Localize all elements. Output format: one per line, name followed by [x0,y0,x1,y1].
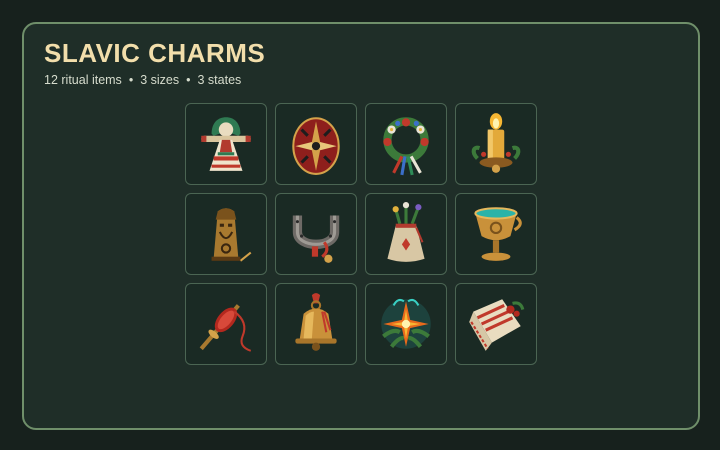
flower-wreath-icon [383,117,429,176]
stat-sizes: 3 sizes [140,73,180,87]
item-slot-fern-flower[interactable] [365,283,447,365]
charms-panel: SLAVIC CHARMS 12 ritual items • 3 sizes • 3 … [22,22,700,430]
motanka-doll-icon [201,117,251,171]
golden-chalice-icon [474,207,522,261]
separator-dot: • [186,73,191,87]
spindle-icon [199,304,252,352]
carved-idol-icon [211,208,252,262]
item-slot-candle[interactable] [455,103,537,185]
stat-items: 12 ritual items [44,73,122,87]
item-grid [185,103,537,365]
embroidered-towel-icon [469,299,525,351]
horseshoe-icon [292,215,340,263]
subtitle-stats: 12 ritual items • 3 sizes • 3 states [44,73,241,87]
item-slot-horseshoe[interactable] [275,193,357,275]
page-title: SLAVIC CHARMS [44,38,266,68]
item-slot-motanka-doll[interactable] [185,103,267,185]
pysanka-egg-icon [292,117,340,175]
separator-dot: • [128,73,134,87]
item-slot-embroidered-towel[interactable] [455,283,537,365]
item-slot-herb-pouch[interactable] [365,193,447,275]
item-slot-golden-chalice[interactable] [455,193,537,275]
item-slot-flower-wreath[interactable] [365,103,447,185]
bell-icon [295,293,337,351]
candle-icon [471,113,521,173]
herb-pouch-icon [387,202,425,262]
fern-flower-icon [381,298,431,349]
item-slot-spindle[interactable] [185,283,267,365]
stat-states: 3 states [197,73,242,87]
item-slot-bell[interactable] [275,283,357,365]
item-slot-carved-idol[interactable] [185,193,267,275]
item-slot-pysanka-egg[interactable] [275,103,357,185]
